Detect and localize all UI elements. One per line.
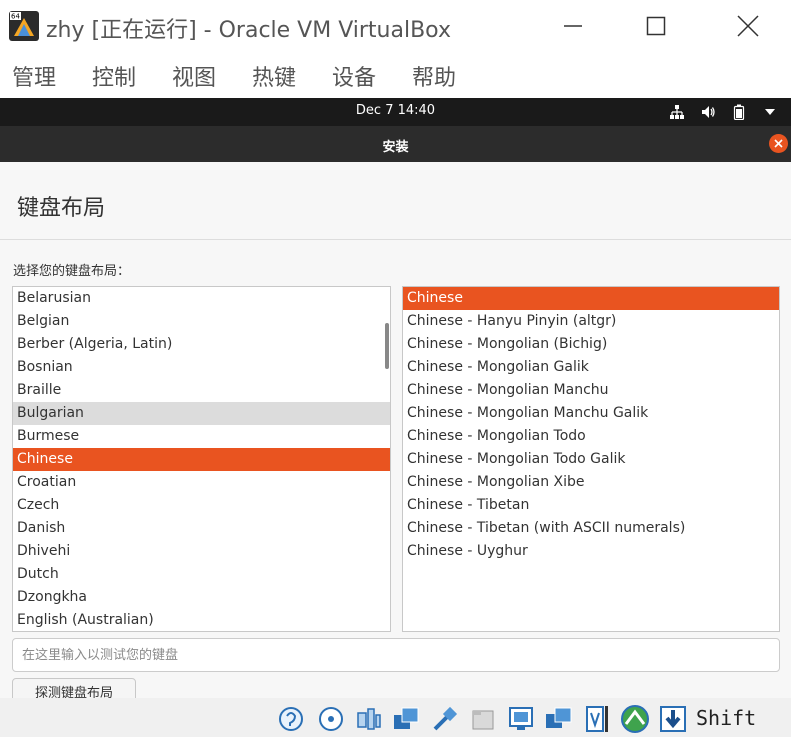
- screen-capture-icon[interactable]: [544, 704, 574, 734]
- layout-list-item[interactable]: Danish: [13, 517, 390, 540]
- usb-icon[interactable]: [430, 704, 460, 734]
- title-bar[interactable]: 64 zhy [正在运行] - Oracle VM VirtualBox: [0, 0, 791, 52]
- variant-list-item[interactable]: Chinese: [403, 287, 779, 310]
- virtualization-icon[interactable]: [620, 704, 650, 734]
- system-tray[interactable]: [668, 102, 779, 122]
- variant-list-item[interactable]: Chinese - Mongolian Manchu: [403, 379, 779, 402]
- layout-list-item[interactable]: Belgian: [13, 310, 390, 333]
- layout-list-item[interactable]: Croatian: [13, 471, 390, 494]
- divider: [0, 239, 791, 240]
- host-key-label: Shift: [696, 706, 757, 730]
- menu-manage[interactable]: 管理: [12, 60, 56, 92]
- variant-list-item[interactable]: Chinese - Uyghur: [403, 540, 779, 563]
- layout-prompt: 选择您的键盘布局：: [13, 264, 131, 279]
- maximize-button[interactable]: [638, 8, 674, 44]
- layout-list-item[interactable]: Bosnian: [13, 356, 390, 379]
- layout-list-item[interactable]: Dzongkha: [13, 586, 390, 609]
- page-title: 键盘布局: [17, 196, 106, 221]
- variant-list-item[interactable]: Chinese - Tibetan: [403, 494, 779, 517]
- variant-list-item[interactable]: Chinese - Mongolian (Bichig): [403, 333, 779, 356]
- layout-list-item[interactable]: Bulgarian: [13, 402, 390, 425]
- installer-content: 键盘布局 选择您的键盘布局： Belarusian Belgian Berber (…: [0, 162, 791, 708]
- variant-list[interactable]: Chinese Chinese - Hanyu Pinyin (altgr) Chi…: [402, 286, 780, 632]
- minimize-button[interactable]: [555, 8, 591, 44]
- window-title: zhy [正在运行] - Oracle VM VirtualBox: [46, 18, 451, 43]
- variant-list-item[interactable]: Chinese - Hanyu Pinyin (altgr): [403, 310, 779, 333]
- optical-drive-icon[interactable]: [316, 704, 346, 734]
- close-icon: [737, 15, 759, 37]
- layout-list[interactable]: Belarusian Belgian Berber (Algeria, Latin)…: [12, 286, 391, 632]
- menu-devices[interactable]: 设备: [332, 60, 376, 92]
- layout-list-item[interactable]: Berber (Algeria, Latin): [13, 333, 390, 356]
- recording-icon[interactable]: [582, 704, 612, 734]
- network-icon[interactable]: [668, 103, 686, 121]
- host-key-arrow-icon[interactable]: [658, 704, 688, 734]
- keyboard-test-input[interactable]: [12, 638, 780, 672]
- variant-list-item[interactable]: Chinese - Mongolian Todo Galik: [403, 448, 779, 471]
- layout-list-item[interactable]: Chinese: [13, 448, 390, 471]
- layout-list-item[interactable]: Czech: [13, 494, 390, 517]
- logo-badge: 64: [11, 13, 20, 21]
- layout-list-item[interactable]: Braille: [13, 379, 390, 402]
- variant-list-item[interactable]: Chinese - Mongolian Galik: [403, 356, 779, 379]
- close-button[interactable]: [730, 8, 766, 44]
- battery-icon[interactable]: [730, 103, 748, 121]
- audio-icon[interactable]: [354, 704, 384, 734]
- layout-list-item[interactable]: Belarusian: [13, 287, 390, 310]
- virtualbox-window: 64 zhy [正在运行] - Oracle VM VirtualBox 管理 …: [0, 0, 791, 737]
- vm-status-bar: Shift: [0, 698, 791, 737]
- menu-control[interactable]: 控制: [92, 60, 136, 92]
- variant-list-item[interactable]: Chinese - Tibetan (with ASCII numerals): [403, 517, 779, 540]
- menu-view[interactable]: 视图: [172, 60, 216, 92]
- installer-close-button[interactable]: [769, 134, 788, 153]
- menu-bar: 管理 控制 视图 热键 设备 帮助: [0, 52, 791, 98]
- chevron-down-icon[interactable]: [761, 103, 779, 121]
- layout-list-item[interactable]: English (Australian): [13, 609, 390, 631]
- virtualbox-logo-icon: 64: [9, 11, 39, 41]
- volume-icon[interactable]: [699, 103, 717, 121]
- close-icon: [774, 139, 783, 148]
- guest-top-panel: Dec 7 14:40: [0, 98, 791, 126]
- installer-title: 安装: [382, 140, 409, 155]
- minimize-icon: [564, 25, 582, 27]
- menu-help[interactable]: 帮助: [412, 60, 456, 92]
- network-adapter-icon[interactable]: [392, 704, 422, 734]
- layout-list-item[interactable]: Burmese: [13, 425, 390, 448]
- layout-list-scrollbar[interactable]: [385, 323, 389, 369]
- shared-folder-icon[interactable]: [468, 704, 498, 734]
- display-icon[interactable]: [506, 704, 536, 734]
- layout-list-item[interactable]: Dutch: [13, 563, 390, 586]
- menu-hotkeys[interactable]: 热键: [252, 60, 296, 92]
- variant-list-item[interactable]: Chinese - Mongolian Xibe: [403, 471, 779, 494]
- variant-list-item[interactable]: Chinese - Mongolian Todo: [403, 425, 779, 448]
- hard-disk-icon[interactable]: [276, 704, 306, 734]
- variant-list-item[interactable]: Chinese - Mongolian Manchu Galik: [403, 402, 779, 425]
- layout-list-item[interactable]: Dhivehi: [13, 540, 390, 563]
- maximize-icon: [646, 16, 666, 36]
- installer-header: 安装: [0, 126, 791, 162]
